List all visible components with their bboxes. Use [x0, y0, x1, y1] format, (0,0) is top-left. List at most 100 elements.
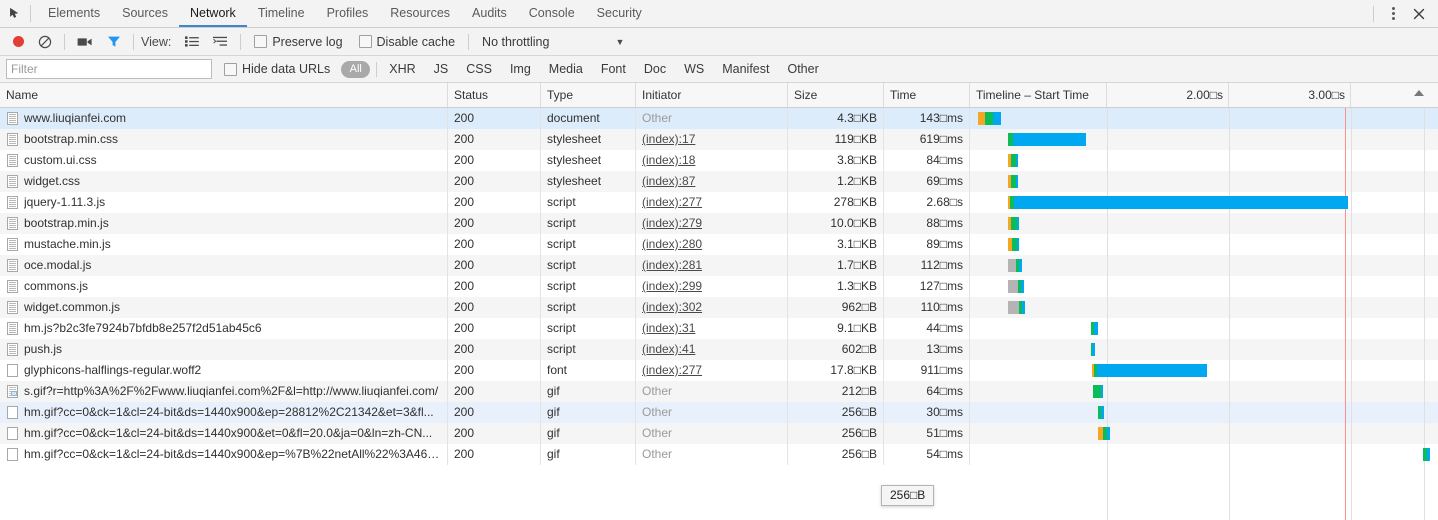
column-header-timeline[interactable]: Timeline – Start Time 2.00□s 3.00□s	[970, 83, 1438, 107]
cell-type: gif	[541, 402, 636, 423]
cell-size-text: 1.7□KB	[837, 258, 877, 272]
document-file-icon	[7, 343, 18, 356]
cell-initiator-text[interactable]: (index):279	[642, 216, 702, 230]
cell-time: 64□ms	[884, 381, 970, 402]
tab-profiles[interactable]: Profiles	[316, 0, 380, 27]
cell-time-text: 110□ms	[920, 300, 963, 314]
cell-size: 1.2□KB	[788, 171, 884, 192]
request-name: bootstrap.min.css	[24, 132, 119, 146]
filter-type-js[interactable]: JS	[425, 62, 458, 76]
table-row[interactable]: push.js 200 script (index):41 602□B 13□ms	[0, 339, 1438, 360]
preserve-log-label: Preserve log	[272, 34, 343, 49]
filter-input[interactable]	[6, 59, 212, 79]
cell-status-text: 200	[454, 321, 475, 335]
clear-button[interactable]	[31, 29, 59, 55]
cell-initiator-text[interactable]: (index):31	[642, 321, 695, 335]
tab-audits[interactable]: Audits	[461, 0, 518, 27]
table-row[interactable]: hm.gif?cc=0&ck=1&cl=24-bit&ds=1440x900&e…	[0, 423, 1438, 444]
document-file-icon	[7, 112, 18, 125]
tab-security[interactable]: Security	[586, 0, 653, 27]
tab-elements[interactable]: Elements	[37, 0, 111, 27]
blank-file-icon	[7, 364, 18, 377]
filter-type-other[interactable]: Other	[778, 62, 827, 76]
tab-network[interactable]: Network	[178, 0, 247, 27]
throttling-select[interactable]: No throttling ▼	[474, 35, 624, 49]
cell-initiator: (index):299	[636, 276, 788, 297]
inspect-element-icon[interactable]	[0, 0, 30, 27]
cell-size-text: 256□B	[841, 426, 877, 440]
table-row[interactable]: widget.common.js 200 script (index):302 962□…	[0, 297, 1438, 318]
filter-type-xhr[interactable]: XHR	[380, 62, 424, 76]
column-header-type[interactable]: Type	[541, 83, 636, 107]
checkbox-box	[358, 35, 372, 48]
cell-initiator-text[interactable]: (index):41	[642, 342, 695, 356]
cell-size-text: 962□B	[841, 300, 877, 314]
hide-data-urls-checkbox[interactable]: Hide data URLs	[212, 62, 338, 76]
column-header-size[interactable]: Size	[788, 83, 884, 107]
waterfall-view-button[interactable]	[206, 29, 235, 55]
cell-type-text: stylesheet	[547, 153, 602, 167]
tab-resources[interactable]: Resources	[379, 0, 461, 27]
toolbar-divider-1	[64, 33, 65, 50]
table-row[interactable]: bootstrap.min.js 200 script (index):279 10.0…	[0, 213, 1438, 234]
cell-initiator-text[interactable]: (index):277	[642, 195, 702, 209]
tab-sources[interactable]: Sources	[111, 0, 179, 27]
column-header-status[interactable]: Status	[448, 83, 541, 107]
cell-status-text: 200	[454, 342, 475, 356]
filter-type-manifest[interactable]: Manifest	[713, 62, 778, 76]
table-row[interactable]: commons.js 200 script (index):299 1.3□KB 127□…	[0, 276, 1438, 297]
cell-initiator-text[interactable]: (index):18	[642, 153, 695, 167]
table-row[interactable]: mustache.min.js 200 script (index):280 3.1□K…	[0, 234, 1438, 255]
list-view-button[interactable]	[178, 29, 206, 55]
cell-name: bootstrap.min.css	[0, 129, 448, 150]
cell-type-text: font	[547, 363, 568, 377]
disable-cache-checkbox[interactable]: Disable cache	[351, 35, 464, 49]
column-header-initiator[interactable]: Initiator	[636, 83, 788, 107]
column-header-name[interactable]: Name	[0, 83, 448, 107]
filter-type-ws[interactable]: WS	[675, 62, 713, 76]
filter-type-css[interactable]: CSS	[457, 62, 501, 76]
column-header-time[interactable]: Time	[884, 83, 970, 107]
cell-time: 51□ms	[884, 423, 970, 444]
table-row[interactable]: bootstrap.min.css 200 stylesheet (index):17…	[0, 129, 1438, 150]
table-row[interactable]: widget.css 200 stylesheet (index):87 1.2□KB 6…	[0, 171, 1438, 192]
table-row[interactable]: hm.gif?cc=0&ck=1&cl=24-bit&ds=1440x900&e…	[0, 444, 1438, 465]
table-row[interactable]: s.gif?r=http%3A%2F%2Fwww.liuqianfei.com%…	[0, 381, 1438, 402]
size-tooltip: 256□B	[881, 485, 935, 506]
cell-initiator-text[interactable]: (index):280	[642, 237, 702, 251]
filter-type-media[interactable]: Media	[540, 62, 592, 76]
cell-initiator-text[interactable]: (index):281	[642, 258, 702, 272]
table-row[interactable]: glyphicons-halflings-regular.woff2 200 fon…	[0, 360, 1438, 381]
cell-initiator-text[interactable]: (index):302	[642, 300, 702, 314]
record-button[interactable]	[6, 29, 31, 55]
cell-type: document	[541, 108, 636, 129]
cell-initiator-text[interactable]: (index):87	[642, 174, 695, 188]
table-row[interactable]: hm.gif?cc=0&ck=1&cl=24-bit&ds=1440x900&e…	[0, 402, 1438, 423]
vertical-dots-icon[interactable]	[1380, 1, 1406, 27]
filter-type-img[interactable]: Img	[501, 62, 540, 76]
cell-initiator-text[interactable]: (index):277	[642, 363, 702, 377]
filter-type-font[interactable]: Font	[592, 62, 635, 76]
sort-ascending-icon[interactable]	[1414, 90, 1424, 96]
cell-initiator-text[interactable]: (index):299	[642, 279, 702, 293]
table-row[interactable]: hm.js?b2c3fe7924b7bfdb8e257f2d51ab45c6 20…	[0, 318, 1438, 339]
preserve-log-checkbox[interactable]: Preserve log	[246, 35, 350, 49]
list-view-icon	[185, 36, 200, 47]
request-name: widget.common.js	[24, 300, 121, 314]
close-icon[interactable]	[1406, 1, 1432, 27]
cell-status: 200	[448, 402, 541, 423]
table-row[interactable]: jquery-1.11.3.js 200 script (index):277 278□…	[0, 192, 1438, 213]
table-row[interactable]: www.liuqianfei.com 200 document Other 4.3□KB…	[0, 108, 1438, 129]
cell-status-text: 200	[454, 384, 475, 398]
cell-size: 9.1□KB	[788, 318, 884, 339]
table-row[interactable]: custom.ui.css 200 stylesheet (index):18 3.8□…	[0, 150, 1438, 171]
filter-toggle-button[interactable]	[100, 29, 128, 55]
tab-console[interactable]: Console	[518, 0, 586, 27]
capture-screenshots-button[interactable]	[70, 29, 100, 55]
cell-type-text: script	[547, 195, 576, 209]
tab-timeline[interactable]: Timeline	[247, 0, 316, 27]
cell-initiator-text[interactable]: (index):17	[642, 132, 695, 146]
table-row[interactable]: oce.modal.js 200 script (index):281 1.7□KB 11…	[0, 255, 1438, 276]
filter-type-doc[interactable]: Doc	[635, 62, 675, 76]
filter-type-all[interactable]: All	[341, 60, 371, 78]
